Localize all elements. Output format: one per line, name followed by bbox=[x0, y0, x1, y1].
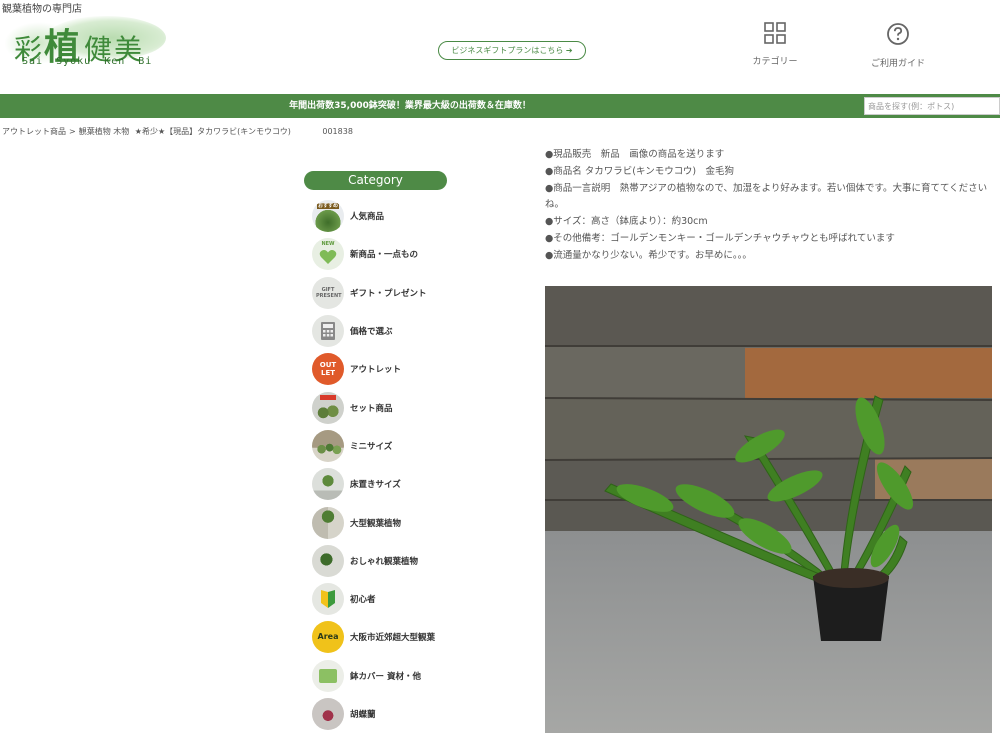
category-label: 大阪市近郊超大型観葉 bbox=[350, 633, 436, 644]
stylish-plant-icon bbox=[312, 544, 344, 577]
category-badge: おすすめ bbox=[317, 203, 340, 210]
category-label: ギフト・プレゼント bbox=[350, 288, 427, 299]
category-label: おしゃれ観葉植物 bbox=[350, 556, 419, 567]
site-logo[interactable]: 彩植 健美 Sai Syoku Ken Bi bbox=[4, 14, 174, 70]
banner-text: 年間出荷数35,000鉢突破！業界最大級の出荷数＆在庫数！ bbox=[289, 101, 531, 111]
pot-cover-shape bbox=[319, 668, 337, 683]
outlet-icon: OUT LET bbox=[312, 353, 344, 386]
category-item-popular[interactable]: おすすめ 人気商品 bbox=[312, 197, 512, 235]
category-item-area[interactable]: Area 大阪市近郊超大型観葉 bbox=[312, 618, 512, 656]
calculator-icon bbox=[312, 315, 344, 348]
help-icon bbox=[887, 23, 909, 45]
pot-cover-icon bbox=[312, 659, 344, 692]
category-item-price[interactable]: 価格で選ぶ bbox=[312, 312, 512, 350]
breadcrumb-current: ★希少★【現品】タカワラビ(キンモウコウ) bbox=[134, 127, 291, 136]
breadcrumb-link-category[interactable]: 観葉植物 木物 bbox=[79, 127, 130, 136]
category-badge: Area bbox=[317, 632, 339, 642]
floor-plant-icon bbox=[312, 468, 344, 501]
breadcrumb: アウトレット商品 > 観葉植物 木物 ★希少★【現品】タカワラビ(キンモウコウ) 0… bbox=[2, 126, 356, 137]
category-label: ミニサイズ bbox=[350, 441, 393, 452]
large-plant-icon bbox=[312, 506, 344, 539]
heart-shape bbox=[319, 250, 337, 265]
product-code: 001838 bbox=[322, 127, 353, 136]
description-line: ●流通量かなり少ない。希少です。お早めに。。。 bbox=[545, 249, 752, 261]
product-description: ●現品販売 新品 画像の商品を送ります ●商品名 タカワラビ(キンモウコウ) 金… bbox=[545, 147, 995, 265]
gift-icon: GIFT PRESENT bbox=[312, 276, 344, 309]
category-item-set[interactable]: セット商品 bbox=[312, 388, 512, 426]
product-photo[interactable] bbox=[545, 286, 992, 733]
category-item-mini[interactable]: ミニサイズ bbox=[312, 427, 512, 465]
category-item-stylish[interactable]: おしゃれ観葉植物 bbox=[312, 542, 512, 580]
set-badge-shape bbox=[320, 394, 336, 400]
category-label: 新商品・一点もの bbox=[350, 250, 419, 261]
description-line: ●現品販売 新品 画像の商品を送ります bbox=[545, 149, 725, 160]
category-badge: OUT LET bbox=[319, 361, 337, 378]
category-label: 胡蝶蘭 bbox=[350, 710, 376, 720]
category-item-pot-cover[interactable]: 鉢カバー 資材・他 bbox=[312, 657, 512, 695]
category-label: 床置きサイズ bbox=[350, 480, 401, 491]
description-line: ●商品名 タカワラビ(キンモウコウ) 金毛狗 bbox=[545, 165, 735, 177]
description-line: ●商品一言説明 熱帯アジアの植物なので、加湿をより好みます。若い個体です。大事に… bbox=[545, 182, 988, 211]
category-item-large[interactable]: 大型観葉植物 bbox=[312, 503, 512, 541]
orchid-icon bbox=[312, 698, 344, 730]
area-icon: Area bbox=[312, 621, 344, 654]
breadcrumb-link-outlet[interactable]: アウトレット商品 bbox=[2, 127, 66, 136]
popular-plant-icon: おすすめ bbox=[312, 200, 344, 233]
category-item-gift[interactable]: GIFT PRESENT ギフト・プレゼント bbox=[312, 274, 512, 312]
category-heading: Category bbox=[304, 171, 447, 190]
new-heart-icon: NEW bbox=[312, 238, 344, 271]
category-item-new[interactable]: NEW 新商品・一点もの bbox=[312, 235, 512, 273]
tagline: 観葉植物の専門店 bbox=[2, 4, 82, 15]
announcement-banner: 年間出荷数35,000鉢突破！業界最大級の出荷数＆在庫数！ bbox=[0, 94, 1000, 118]
category-item-outlet[interactable]: OUT LET アウトレット bbox=[312, 350, 512, 388]
category-item-beginner[interactable]: 初心者 bbox=[312, 580, 512, 618]
guide-nav-label: ご利用ガイド bbox=[870, 59, 925, 69]
set-plants-icon bbox=[312, 391, 344, 424]
beginner-mark-icon bbox=[312, 583, 344, 616]
beginner-mark-shape bbox=[321, 590, 335, 609]
fern-plant-image bbox=[545, 286, 992, 733]
category-label: アウトレット bbox=[350, 365, 402, 376]
description-line: ●その他備考：ゴールデンモンキー・ゴールデンチャウチャウとも呼ばれています bbox=[545, 232, 895, 244]
category-label: 価格で選ぶ bbox=[350, 327, 393, 338]
search-input[interactable] bbox=[864, 97, 1000, 115]
category-label: 鉢カバー 資材・他 bbox=[350, 671, 421, 682]
category-label: 大型観葉植物 bbox=[350, 518, 402, 529]
calculator-shape bbox=[321, 322, 335, 341]
mini-plants-icon bbox=[312, 429, 344, 462]
category-label: セット商品 bbox=[350, 403, 393, 414]
category-item-orchid[interactable]: 胡蝶蘭 bbox=[312, 695, 512, 733]
guide-nav-button[interactable]: ご利用ガイド bbox=[858, 22, 938, 69]
category-item-floor[interactable]: 床置きサイズ bbox=[312, 465, 512, 503]
category-list: おすすめ 人気商品 NEW 新商品・一点もの GIFT PRESENT ギフト・… bbox=[312, 197, 512, 733]
category-nav-button[interactable]: カテゴリー bbox=[735, 22, 815, 67]
description-line: ●サイズ：高さ（鉢底より）：約30cm bbox=[545, 216, 708, 228]
category-label: 人気商品 bbox=[350, 212, 385, 223]
category-label: 初心者 bbox=[350, 595, 376, 606]
business-gift-button[interactable]: ビジネスギフトプランはこちら ➔ bbox=[438, 41, 586, 60]
logo-roman: Sai Syoku Ken Bi bbox=[22, 56, 153, 67]
category-badge: GIFT PRESENT bbox=[316, 286, 342, 299]
category-badge: NEW bbox=[321, 241, 335, 248]
breadcrumb-separator: > bbox=[69, 127, 76, 136]
category-nav-label: カテゴリー bbox=[752, 57, 798, 67]
grid-icon bbox=[764, 22, 786, 44]
